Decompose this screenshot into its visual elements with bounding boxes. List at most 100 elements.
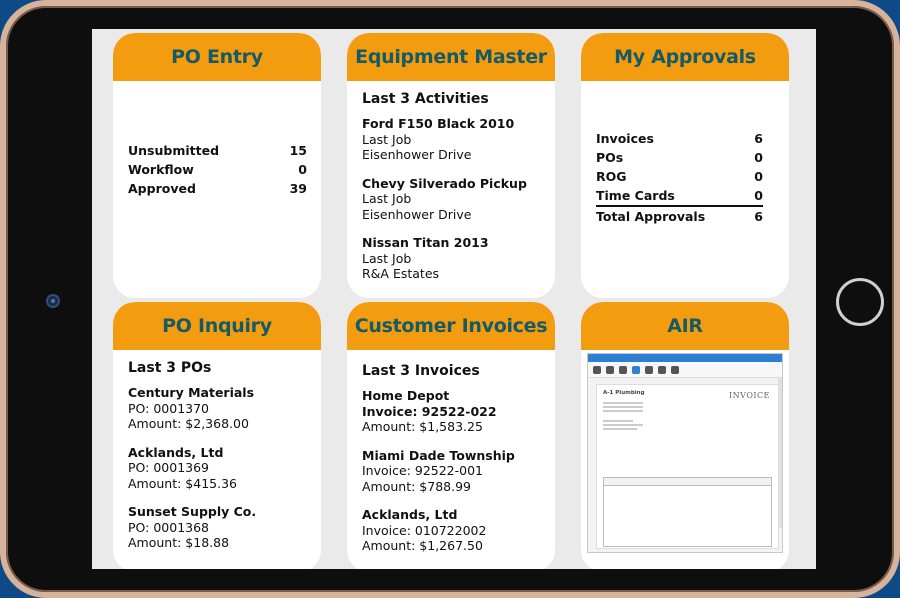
stat-value: 6	[754, 131, 763, 146]
air-invoice-preview[interactable]: A-1 Plumbing INVOICE	[587, 353, 783, 553]
stat-row-unsubmitted[interactable]: Unsubmitted 15	[128, 141, 307, 160]
invoice-page-thumbnail: A-1 Plumbing INVOICE	[596, 384, 779, 549]
equipment-master-card[interactable]: Equipment Master Last 3 Activities Ford …	[347, 33, 555, 298]
customer-name: Miami Dade Township	[362, 447, 515, 463]
equipment-line1: Last Job	[362, 191, 412, 206]
stat-label: Invoices	[596, 131, 654, 146]
po-entry-title: PO Entry	[171, 46, 263, 68]
approval-row-time-cards[interactable]: Time Cards 0	[596, 186, 763, 205]
my-approvals-header[interactable]: My Approvals	[581, 33, 789, 81]
po-amount: Amount: $2,368.00	[128, 416, 249, 431]
equipment-name: Ford F150 Black 2010	[362, 116, 515, 131]
po-number: PO: 0001370	[128, 400, 210, 416]
preview-toolbar	[588, 362, 782, 378]
air-card[interactable]: AIR A-1 Plumbing INVOICE	[581, 302, 789, 569]
customer-invoices-card[interactable]: Customer Invoices Last 3 Invoices Home D…	[347, 302, 555, 569]
invoice-amount: Amount: $1,267.50	[362, 538, 483, 553]
list-item[interactable]: Sunset Supply Co. PO: 0001368 Amount: $1…	[128, 504, 307, 551]
stat-value: 0	[754, 188, 763, 203]
section-title: Last 3 Invoices	[362, 363, 480, 379]
section-title: Last 3 Activities	[362, 91, 489, 107]
home-button[interactable]	[836, 278, 884, 326]
comment-icon	[658, 365, 666, 374]
customer-invoices-title: Customer Invoices	[354, 315, 548, 337]
po-inquiry-header[interactable]: PO Inquiry	[113, 302, 321, 350]
po-entry-header[interactable]: PO Entry	[113, 33, 321, 81]
list-item[interactable]: Century Materials PO: 0001370 Amount: $2…	[128, 385, 307, 432]
po-inquiry-card[interactable]: PO Inquiry Last 3 POs Century Materials …	[113, 302, 321, 569]
stat-label: Approved	[128, 181, 196, 196]
stat-row-approved[interactable]: Approved 39	[128, 179, 307, 198]
preview-table-header	[604, 478, 771, 486]
list-item[interactable]: Ford F150 Black 2010 Last Job Eisenhower…	[362, 116, 541, 163]
redo-icon	[606, 365, 614, 374]
list-item[interactable]: Miami Dade Township Invoice: 92522-001 A…	[362, 448, 541, 495]
stat-value: 15	[289, 143, 307, 158]
po-amount: Amount: $415.36	[128, 475, 237, 491]
list-item[interactable]: Chevy Silverado Pickup Last Job Eisenhow…	[362, 176, 541, 223]
invoice-number: Invoice: 92522-001	[362, 463, 484, 478]
invoice-amount: Amount: $1,583.25	[362, 419, 483, 434]
stat-label: Unsubmitted	[128, 143, 220, 158]
stat-value: 0	[754, 169, 763, 184]
stat-row-workflow[interactable]: Workflow 0	[128, 160, 307, 179]
list-item[interactable]: Acklands, Ltd Invoice: 010722002 Amount:…	[362, 507, 541, 554]
page-nav-icon	[619, 365, 627, 374]
vendor-name: Sunset Supply Co.	[128, 504, 257, 519]
equipment-name: Chevy Silverado Pickup	[362, 175, 527, 191]
approval-row-pos[interactable]: POs 0	[596, 148, 763, 167]
dashboard-screen: PO Entry Unsubmitted 15 Workflow 0 Appro…	[92, 29, 816, 569]
air-title: AIR	[667, 315, 703, 337]
invoice-number: Invoice: 010722002	[362, 522, 487, 538]
stat-value: 39	[289, 181, 307, 196]
invoice-number: Invoice: 92522-022	[362, 403, 497, 419]
air-header[interactable]: AIR	[581, 302, 789, 350]
preview-titlebar	[588, 354, 782, 362]
equipment-line2: R&A Estates	[362, 266, 440, 281]
equipment-master-title: Equipment Master	[355, 46, 547, 68]
equipment-line1: Last Job	[362, 250, 412, 266]
vendor-name: Century Materials	[128, 385, 255, 400]
stat-label: POs	[596, 150, 624, 165]
po-number: PO: 0001368	[128, 519, 210, 535]
camera-icon	[46, 294, 60, 308]
equipment-line2: Eisenhower Drive	[362, 206, 472, 222]
select-tool-icon	[632, 365, 640, 374]
equipment-line2: Eisenhower Drive	[362, 147, 472, 162]
po-entry-card[interactable]: PO Entry Unsubmitted 15 Workflow 0 Appro…	[113, 33, 321, 298]
stat-label: Workflow	[128, 162, 194, 177]
equipment-master-header[interactable]: Equipment Master	[347, 33, 555, 81]
equipment-name: Nissan Titan 2013	[362, 235, 489, 250]
customer-invoices-header[interactable]: Customer Invoices	[347, 302, 555, 350]
my-approvals-card[interactable]: My Approvals Invoices 6 POs 0 ROG 0 Time…	[581, 33, 789, 298]
preview-line-items-table	[603, 477, 772, 547]
list-item[interactable]: Home Depot Invoice: 92522-022 Amount: $1…	[362, 388, 541, 435]
stamp-icon	[671, 365, 679, 374]
invoice-amount: Amount: $788.99	[362, 478, 471, 494]
po-amount: Amount: $18.88	[128, 535, 230, 550]
my-approvals-title: My Approvals	[614, 46, 756, 68]
approval-row-rog[interactable]: ROG 0	[596, 167, 763, 186]
undo-icon	[593, 365, 601, 374]
customer-name: Home Depot	[362, 388, 450, 403]
preview-address-lines	[603, 402, 772, 412]
preview-doc-title: INVOICE	[729, 391, 770, 400]
po-inquiry-title: PO Inquiry	[162, 315, 272, 337]
approval-row-total[interactable]: Total Approvals 6	[596, 205, 763, 226]
stat-label: ROG	[596, 169, 627, 184]
preview-billto-lines	[603, 420, 772, 430]
stat-value: 0	[298, 162, 307, 177]
customer-name: Acklands, Ltd	[362, 507, 458, 522]
stat-value: 6	[754, 209, 763, 224]
stat-label: Total Approvals	[596, 209, 706, 224]
section-title: Last 3 POs	[128, 360, 212, 376]
list-item[interactable]: Nissan Titan 2013 Last Job R&A Estates	[362, 235, 541, 282]
equipment-line1: Last Job	[362, 131, 412, 147]
text-tool-icon	[645, 365, 653, 374]
stat-value: 0	[754, 150, 763, 165]
list-item[interactable]: Acklands, Ltd PO: 0001369 Amount: $415.3…	[128, 445, 307, 492]
approval-row-invoices[interactable]: Invoices 6	[596, 129, 763, 148]
preview-scrollbar[interactable]	[778, 378, 782, 528]
vendor-name: Acklands, Ltd	[128, 444, 224, 460]
stat-label: Time Cards	[596, 188, 675, 203]
